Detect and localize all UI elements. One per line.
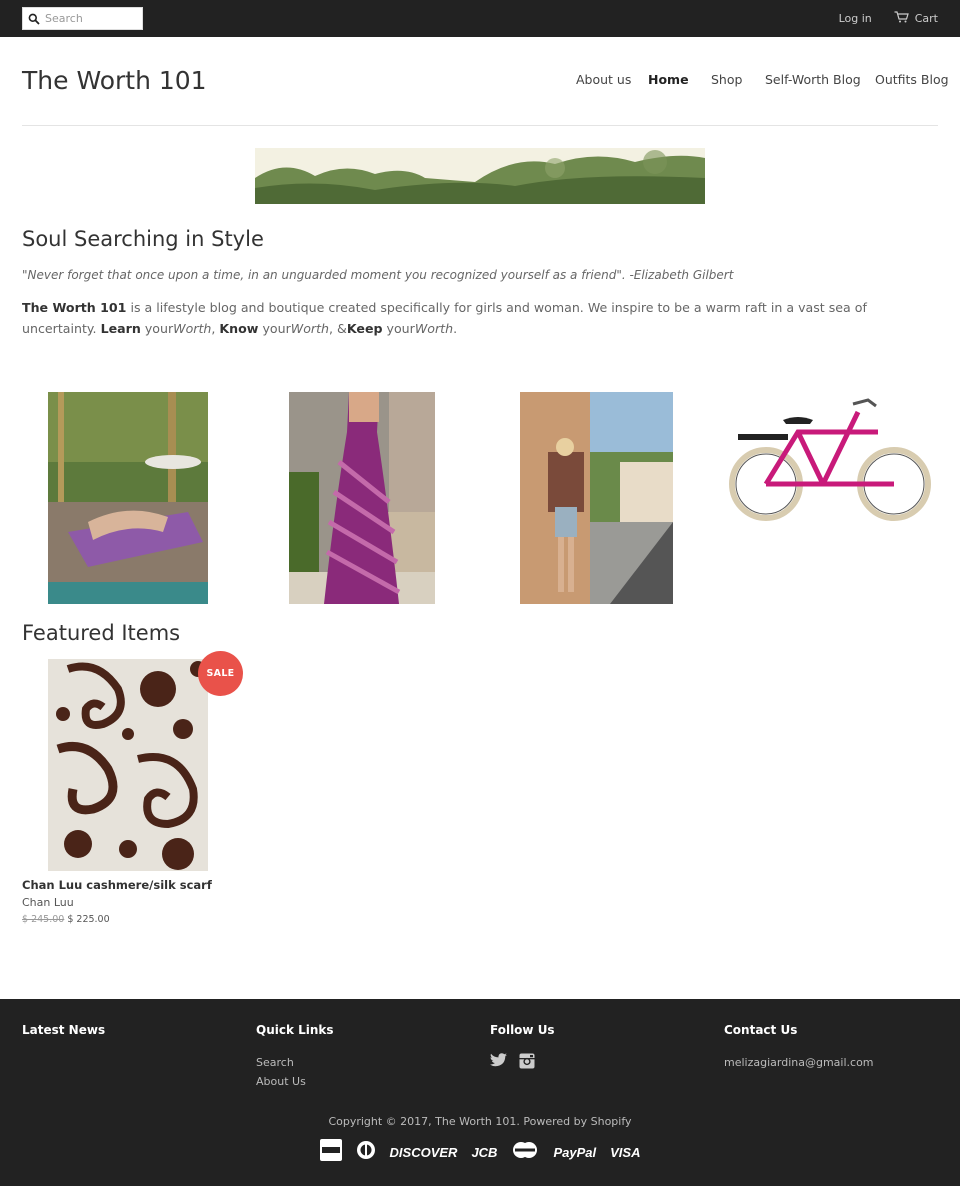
paypal-icon: PayPal (553, 1144, 597, 1160)
payment-icons: DISCOVER JCB PayPal VISA (0, 1139, 960, 1165)
product-image-scarf[interactable] (48, 659, 208, 871)
nav-about-us[interactable]: About us (576, 72, 631, 87)
product-vendor: Chan Luu (22, 896, 74, 909)
intro-brand: The Worth 101 (22, 300, 127, 315)
nav-home[interactable]: Home (648, 72, 689, 87)
gallery-image-maxi-dress[interactable] (289, 392, 435, 604)
instagram-icon[interactable] (519, 1053, 535, 1075)
intro-end: . (453, 321, 458, 336)
product-sale-price: $ 225.00 (67, 914, 110, 925)
social-links (490, 1053, 555, 1075)
intro-keep: Keep (346, 321, 383, 336)
hero-banner-image (255, 148, 705, 204)
mastercard-icon (511, 1141, 539, 1163)
diners-club-icon (356, 1140, 376, 1164)
sale-badge: SALE (198, 651, 243, 696)
footer-heading-latest-news: Latest News (22, 1023, 106, 1037)
login-link[interactable]: Log in (839, 12, 872, 25)
footer-heading-follow-us: Follow Us (490, 1023, 555, 1037)
search-icon[interactable] (23, 13, 45, 25)
product-old-price: $ 245.00 (22, 914, 65, 925)
intro-sep2: , & (329, 321, 347, 336)
footer-heading-quick-links: Quick Links (256, 1023, 334, 1037)
intro-know: Know (219, 321, 259, 336)
intro-text: The Worth 101 is a lifestyle blog and bo… (22, 297, 938, 339)
main-nav: About us Home Shop Self-Worth Blog Outfi… (0, 72, 960, 92)
intro-learn: Learn (100, 321, 141, 336)
footer-latest-news: Latest News (22, 1023, 105, 1053)
product-price: $ 245.00 $ 225.00 (22, 914, 110, 925)
footer-link-about-us[interactable]: About Us (256, 1072, 334, 1091)
intro-worth1: Worth (173, 321, 212, 336)
footer-follow-us: Follow Us (490, 1023, 555, 1075)
nav-shop[interactable]: Shop (711, 72, 742, 87)
footer-contact-email[interactable]: melizagiardina@gmail.com (724, 1053, 874, 1072)
gallery-image-pink-bicycle[interactable] (728, 392, 933, 532)
intro-your1: your (140, 321, 174, 336)
discover-icon: DISCOVER (389, 1144, 458, 1160)
intro-worth3: Worth (414, 321, 454, 336)
cart-icon (894, 11, 909, 26)
nav-self-worth-blog[interactable]: Self-Worth Blog (765, 72, 861, 87)
intro-your3: your (382, 321, 415, 336)
top-bar: Log in Cart (0, 0, 960, 37)
gallery-image-poolside[interactable] (48, 392, 208, 604)
nav-outfits-blog[interactable]: Outfits Blog (875, 72, 949, 87)
footer-heading-contact-us: Contact Us (724, 1023, 798, 1037)
product-name[interactable]: Chan Luu cashmere/silk scarf (22, 878, 212, 892)
account-links: Log in Cart (839, 0, 938, 37)
jcb-icon: JCB (471, 1144, 498, 1160)
twitter-icon[interactable] (490, 1053, 507, 1075)
featured-items-title: Featured Items (22, 621, 181, 645)
intro-worth2: Worth (290, 321, 330, 336)
footer-quick-links: Quick Links Search About Us (256, 1023, 334, 1091)
intro-your2: your (258, 321, 291, 336)
page-title: Soul Searching in Style (22, 227, 264, 251)
copyright-text: Copyright © 2017, The Worth 101. Powered… (328, 1115, 632, 1128)
gallery-image-street-outfit[interactable] (520, 392, 673, 604)
header-divider (22, 125, 938, 126)
cart-label: Cart (914, 12, 938, 25)
search-box[interactable] (22, 7, 143, 30)
footer-link-search[interactable]: Search (256, 1053, 334, 1072)
visa-icon: VISA (610, 1144, 641, 1160)
footer-contact-us: Contact Us melizagiardina@gmail.com (724, 1023, 874, 1072)
amex-icon (319, 1139, 342, 1165)
quote-text: "Never forget that once upon a time, in … (22, 268, 734, 282)
search-input[interactable] (45, 12, 139, 25)
cart-link[interactable]: Cart (894, 11, 938, 26)
site-footer: Latest News Quick Links Search About Us … (0, 999, 960, 1186)
